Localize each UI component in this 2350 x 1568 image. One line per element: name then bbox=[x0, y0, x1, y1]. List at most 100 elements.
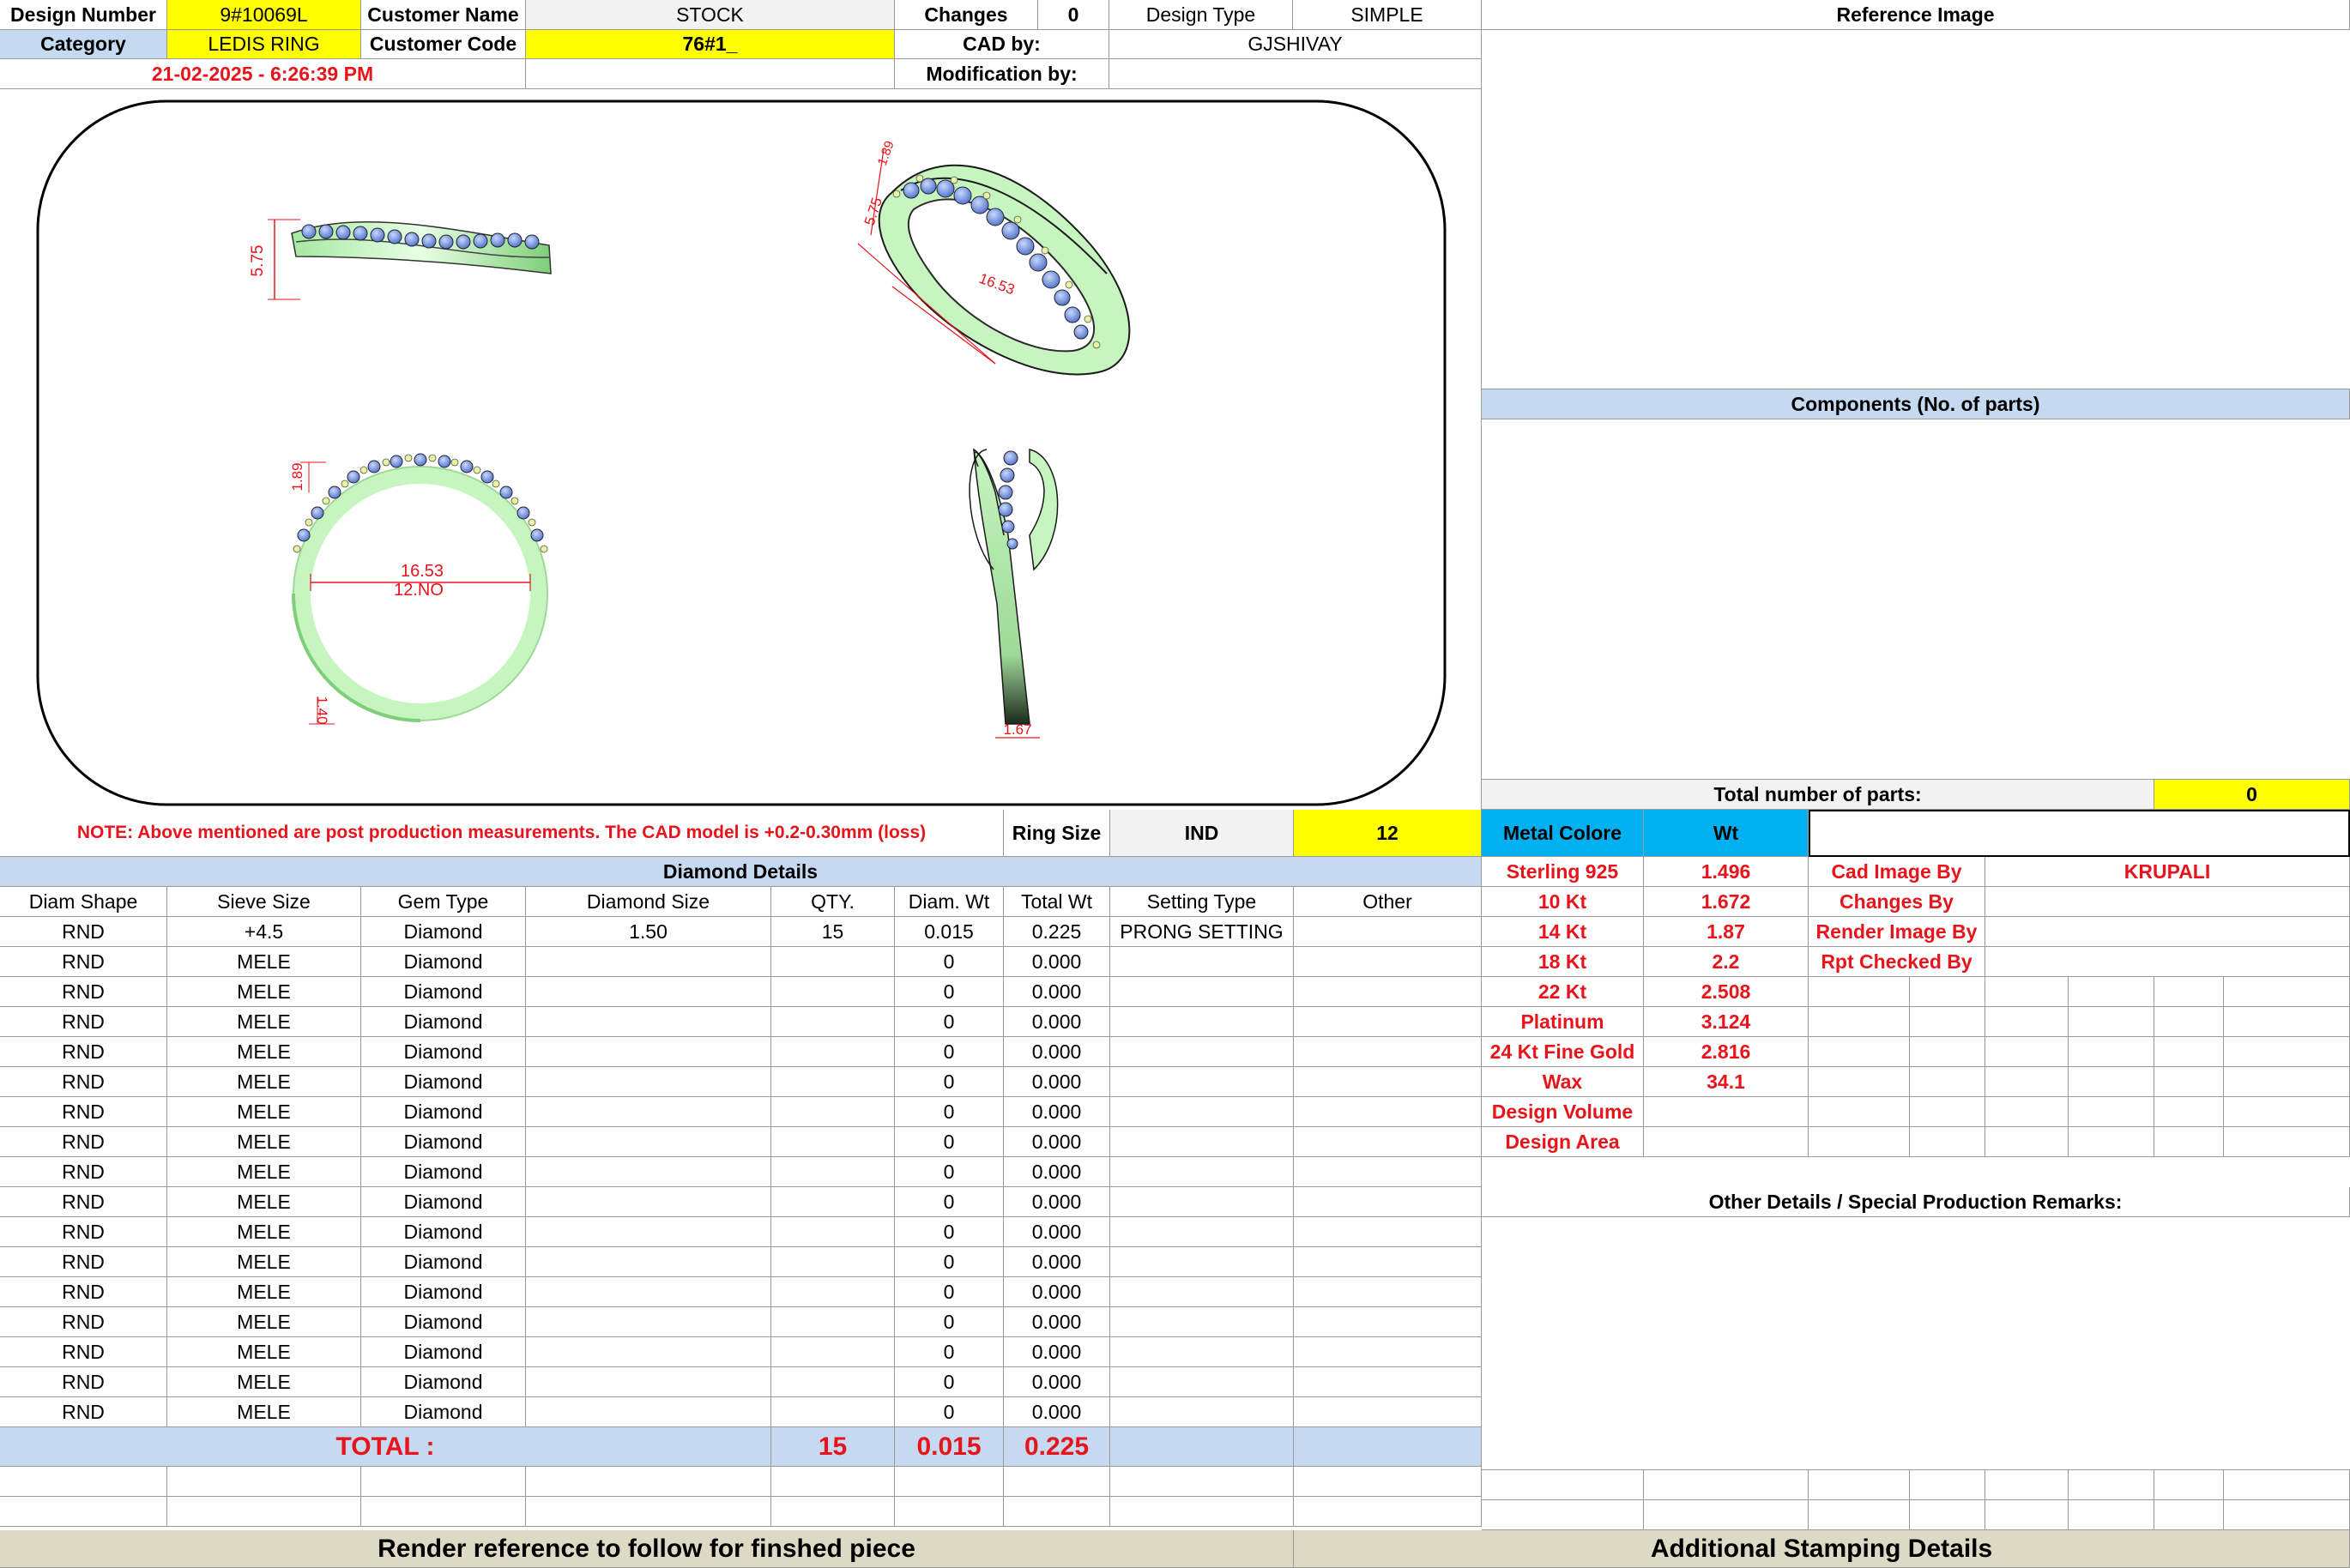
perspective-view-ring bbox=[857, 148, 1131, 376]
empty-cell bbox=[1910, 1127, 1985, 1157]
dim-bottom-side: 1.67 bbox=[1003, 721, 1031, 738]
credit-value bbox=[1985, 887, 2350, 917]
empty-cell bbox=[771, 1497, 895, 1527]
design-number-label: Design Number bbox=[0, 0, 167, 30]
cell-diam-shape: RND bbox=[0, 1277, 167, 1307]
cell-diam-wt: 0 bbox=[895, 1277, 1004, 1307]
cell-other bbox=[1294, 1307, 1482, 1337]
cell-other bbox=[1294, 1127, 1482, 1157]
stamping-details-label: Additional Stamping Details bbox=[1294, 1530, 2350, 1568]
category-label: Category bbox=[0, 30, 167, 59]
cell-sieve-size: MELE bbox=[167, 1157, 361, 1187]
cell-diamond-size bbox=[526, 1067, 771, 1097]
empty-cell bbox=[2069, 1470, 2154, 1500]
cell-diam-wt: 0 bbox=[895, 1307, 1004, 1337]
empty-cell bbox=[361, 1497, 526, 1527]
cell-other bbox=[1294, 917, 1482, 947]
empty-cell bbox=[1004, 1497, 1110, 1527]
cell-other bbox=[1294, 1247, 1482, 1277]
empty-cell bbox=[1910, 977, 1985, 1007]
cell-diam-shape: RND bbox=[0, 1247, 167, 1277]
col-header-other: Other bbox=[1294, 887, 1482, 917]
dim-bottom-front: 1.40 bbox=[314, 696, 330, 724]
total-wt: 0.225 bbox=[1004, 1427, 1110, 1467]
cell-sieve-size: MELE bbox=[167, 1397, 361, 1427]
cell-total-wt: 0.000 bbox=[1004, 977, 1110, 1007]
metal-name: Design Volume bbox=[1482, 1097, 1644, 1127]
category-value: LEDIS RING bbox=[167, 30, 361, 59]
empty-cell bbox=[1110, 1497, 1294, 1527]
cell-qty bbox=[771, 1217, 895, 1247]
cell-diam-wt: 0 bbox=[895, 1157, 1004, 1187]
cell-setting-type bbox=[1110, 1097, 1294, 1127]
empty-cell bbox=[1809, 977, 1910, 1007]
cell-other bbox=[1294, 1067, 1482, 1097]
cell-gem-type: Diamond bbox=[361, 1367, 526, 1397]
cell-other bbox=[1294, 1007, 1482, 1037]
metal-name: Wax bbox=[1482, 1067, 1644, 1097]
components-title: Components (No. of parts) bbox=[1482, 389, 2350, 419]
cell-gem-type: Diamond bbox=[361, 1007, 526, 1037]
cell-diamond-size bbox=[526, 1217, 771, 1247]
cell-total-wt: 0.000 bbox=[1004, 1157, 1110, 1187]
empty-cell bbox=[167, 1497, 361, 1527]
cell-total-wt: 0.000 bbox=[1004, 1127, 1110, 1157]
metal-name: Platinum bbox=[1482, 1007, 1644, 1037]
metal-name: 10 Kt bbox=[1482, 887, 1644, 917]
cell-sieve-size: MELE bbox=[167, 947, 361, 977]
empty-cell bbox=[361, 1467, 526, 1497]
cell-gem-type: Diamond bbox=[361, 1337, 526, 1367]
cell-gem-type: Diamond bbox=[361, 1037, 526, 1067]
empty-cell bbox=[1910, 1067, 1985, 1097]
empty-cell bbox=[2154, 1500, 2224, 1530]
metal-colore-header: Metal Colore bbox=[1482, 810, 1644, 857]
cell-diam-shape: RND bbox=[0, 1007, 167, 1037]
empty-cell bbox=[2224, 1007, 2350, 1037]
cell-setting-type bbox=[1110, 1067, 1294, 1097]
empty-cell bbox=[2069, 1067, 2154, 1097]
changes-label: Changes bbox=[895, 0, 1038, 30]
side-view-ring bbox=[268, 219, 552, 300]
cell-diam-shape: RND bbox=[0, 947, 167, 977]
cell-diamond-size bbox=[526, 1007, 771, 1037]
credit-label: Render Image By bbox=[1809, 917, 1985, 947]
empty-cell bbox=[1910, 1470, 1985, 1500]
ring-cad-drawing: 5.75 5.75 16.53 1.89 16.53 12.NO 1.89 1.… bbox=[36, 100, 1447, 806]
empty-cell bbox=[0, 1467, 167, 1497]
cell-other bbox=[1294, 1037, 1482, 1067]
cell-other bbox=[1294, 1097, 1482, 1127]
cell-total-wt: 0.225 bbox=[1004, 917, 1110, 947]
cell-diamond-size bbox=[526, 1247, 771, 1277]
cell-diam-shape: RND bbox=[0, 917, 167, 947]
cell-diamond-size bbox=[526, 1037, 771, 1067]
empty-cell bbox=[1985, 1127, 2069, 1157]
cell-qty: 15 bbox=[771, 917, 895, 947]
cell-gem-type: Diamond bbox=[361, 917, 526, 947]
metal-weight: 1.496 bbox=[1644, 857, 1809, 887]
cell-diam-shape: RND bbox=[0, 1397, 167, 1427]
cell-diamond-size bbox=[526, 947, 771, 977]
empty-cell bbox=[1809, 1037, 1910, 1067]
cell-gem-type: Diamond bbox=[361, 947, 526, 977]
col-header-setting-type: Setting Type bbox=[1110, 887, 1294, 917]
empty-cell bbox=[2154, 1470, 2224, 1500]
credit-label: Changes By bbox=[1809, 887, 1985, 917]
empty-cell bbox=[2154, 1067, 2224, 1097]
dim-top-persp: 1.89 bbox=[875, 139, 897, 167]
empty-cell bbox=[167, 1467, 361, 1497]
empty-cell bbox=[1644, 1470, 1809, 1500]
credit-label: Cad Image By bbox=[1809, 857, 1985, 887]
cell-diam-wt: 0 bbox=[895, 1367, 1004, 1397]
empty-cell bbox=[2069, 1097, 2154, 1127]
cell-total-wt: 0.000 bbox=[1004, 1307, 1110, 1337]
cell-total-wt: 0.000 bbox=[1004, 1367, 1110, 1397]
ring-size-value: 12 bbox=[1294, 810, 1482, 857]
empty-cell bbox=[526, 1467, 771, 1497]
cell-total-wt: 0.000 bbox=[1004, 1097, 1110, 1127]
cell-diamond-size bbox=[526, 1397, 771, 1427]
cell-setting-type bbox=[1110, 1127, 1294, 1157]
dim-inner-front: 16.53 bbox=[401, 562, 444, 581]
cell-diam-shape: RND bbox=[0, 1157, 167, 1187]
empty-cell bbox=[1910, 1007, 1985, 1037]
cell-diam-wt: 0 bbox=[895, 1187, 1004, 1217]
